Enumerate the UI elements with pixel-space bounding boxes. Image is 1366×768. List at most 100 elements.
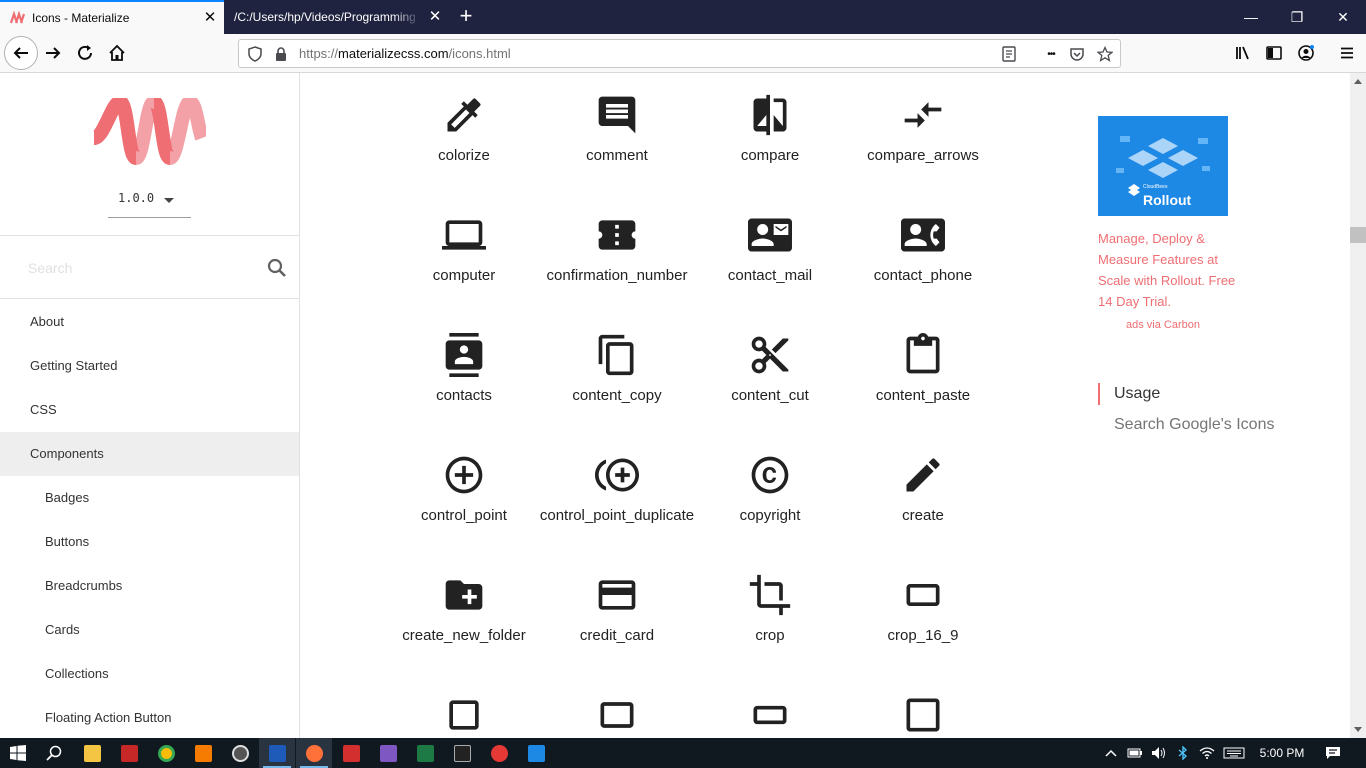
icon-item-colorize[interactable]: colorize [379,93,549,164]
reload-button[interactable] [70,38,100,68]
battery-icon[interactable] [1124,738,1146,768]
lock-icon[interactable] [271,44,291,64]
excel-taskbar-button[interactable] [407,738,443,768]
icon-item-copyright[interactable]: copyright [685,453,855,524]
icon-item-contact-phone[interactable]: contact_phone [838,213,1008,284]
icon-item-confirmation-number[interactable]: confirmation_number [532,213,702,284]
scroll-up-icon[interactable] [1354,79,1362,84]
sidebar-item-breadcrumbs[interactable]: Breadcrumbs [0,564,299,608]
search-taskbar-button[interactable] [36,738,72,768]
icon-item-contact-mail[interactable]: contact_mail [685,213,855,284]
icon-item-crop-landscape[interactable] [532,693,702,738]
toc-link-usage[interactable]: Usage [1098,383,1160,405]
icon-item-create[interactable]: create [838,453,1008,524]
tab-title: Icons - Materialize [32,11,130,25]
firefox-taskbar-button[interactable] [296,738,332,768]
tab-close-icon[interactable]: ✕ [421,0,449,34]
bluetooth-icon[interactable] [1172,738,1194,768]
back-button[interactable] [4,36,38,70]
carbon-ad-image[interactable]: CloudBees Rollout [1098,116,1228,216]
carbon-ad-attribution[interactable]: ads via Carbon [1126,319,1200,331]
new-tab-button[interactable]: + [452,0,480,34]
opera-icon [490,744,508,762]
sidebar-item-cards[interactable]: Cards [0,608,299,652]
opera-taskbar-button[interactable] [481,738,517,768]
sidebar-item-components[interactable]: Components [0,432,299,476]
volume-icon[interactable] [1148,738,1170,768]
icon-item-computer[interactable]: computer [379,213,549,284]
sublime-taskbar-button[interactable] [185,738,221,768]
ad-brand-text: CloudBees [1143,184,1168,190]
icon-item-crop[interactable]: crop [685,573,855,644]
terminal-taskbar-button[interactable] [444,738,480,768]
scroll-down-icon[interactable] [1354,727,1362,732]
icon-item-crop-7-5[interactable] [685,693,855,738]
tab-icons-materialize[interactable]: Icons - Materialize ✕ [0,0,224,34]
app-taskbar-button[interactable] [111,738,147,768]
sidebar-item-getting-started[interactable]: Getting Started [0,344,299,388]
sidebar-item-css[interactable]: CSS [0,388,299,432]
icon-item-content-paste[interactable]: content_paste [838,333,1008,404]
search-input[interactable] [28,256,248,280]
home-button[interactable] [102,38,132,68]
icon-label: compare [740,147,800,164]
acrobat-taskbar-button[interactable] [333,738,369,768]
icon-item-crop-16-9[interactable]: crop_16_9 [838,573,1008,644]
carbon-ad-text[interactable]: Manage, Deploy & Measure Features at Sca… [1098,228,1238,312]
icon-item-compare-arrows[interactable]: compare_arrows [838,93,1008,164]
sidebar-item-floating-action-button[interactable]: Floating Action Button [0,696,299,738]
vscode-taskbar-button[interactable] [518,738,554,768]
keyboard-icon[interactable] [1220,738,1248,768]
system-clock[interactable]: 5:00 PM [1254,738,1310,768]
shield-icon[interactable] [245,44,265,64]
restore-button[interactable]: ❐ [1274,0,1320,34]
visual-studio-taskbar-button[interactable] [370,738,406,768]
bookmark-star-icon[interactable] [1095,44,1115,64]
icon-item-control-point[interactable]: control_point [379,453,549,524]
library-button[interactable] [1228,38,1258,68]
page-scrollbar[interactable] [1350,73,1366,738]
toc-link-search-icons[interactable]: Search Google's Icons [1114,414,1274,436]
sidebar-item-collections[interactable]: Collections [0,652,299,696]
url-text[interactable]: https://materializecss.com/icons.html [299,40,511,67]
pocket-icon[interactable] [1067,44,1087,64]
sidebar-item-about[interactable]: About [0,300,299,344]
icon-item-crop-din[interactable] [838,693,1008,738]
close-window-button[interactable]: ✕ [1320,0,1366,34]
icon-item-credit-card[interactable]: credit_card [532,573,702,644]
notifications-icon[interactable] [1318,738,1348,768]
chrome-taskbar-button[interactable] [148,738,184,768]
icon-label: content_paste [875,387,971,404]
word-taskbar-button[interactable] [259,738,295,768]
forward-button[interactable] [38,38,68,68]
sidebar-item-buttons[interactable]: Buttons [0,520,299,564]
file-explorer-taskbar-button[interactable] [74,738,110,768]
version-select[interactable]: 1.0.0 [108,186,191,218]
minimize-button[interactable]: — [1228,0,1274,34]
icon-item-comment[interactable]: comment [532,93,702,164]
start-button[interactable] [0,738,36,768]
tab-local-file[interactable]: /C:/Users/hp/Videos/Programming ✕ [224,0,449,34]
scroll-thumb[interactable] [1350,227,1366,243]
wifi-icon[interactable] [1196,738,1218,768]
icon-item-content-cut[interactable]: content_cut [685,333,855,404]
icon-item-crop-square[interactable] [379,693,549,738]
materialize-logo-icon[interactable] [90,98,206,168]
address-bar[interactable]: https://materializecss.com/icons.html ••… [238,39,1121,68]
icon-item-contacts[interactable]: contacts [379,333,549,404]
icon-item-control-point-duplicate[interactable]: control_point_duplicate [532,453,702,524]
reader-view-icon[interactable] [999,44,1019,64]
menu-button[interactable] [1332,38,1362,68]
icon-item-content-copy[interactable]: content_copy [532,333,702,404]
tab-close-icon[interactable]: ✕ [196,1,224,35]
sidebar-toggle-button[interactable] [1259,38,1289,68]
sidebar-item-badges[interactable]: Badges [0,476,299,520]
crop-square-icon [449,700,479,730]
account-button[interactable] [1291,38,1321,68]
search-icon[interactable] [265,256,289,280]
chevron-up-icon[interactable] [1100,738,1122,768]
media-taskbar-button[interactable] [222,738,258,768]
page-actions-button[interactable]: ••• [1039,44,1063,64]
icon-item-compare[interactable]: compare [685,93,855,164]
icon-item-create-new-folder[interactable]: create_new_folder [379,573,549,644]
